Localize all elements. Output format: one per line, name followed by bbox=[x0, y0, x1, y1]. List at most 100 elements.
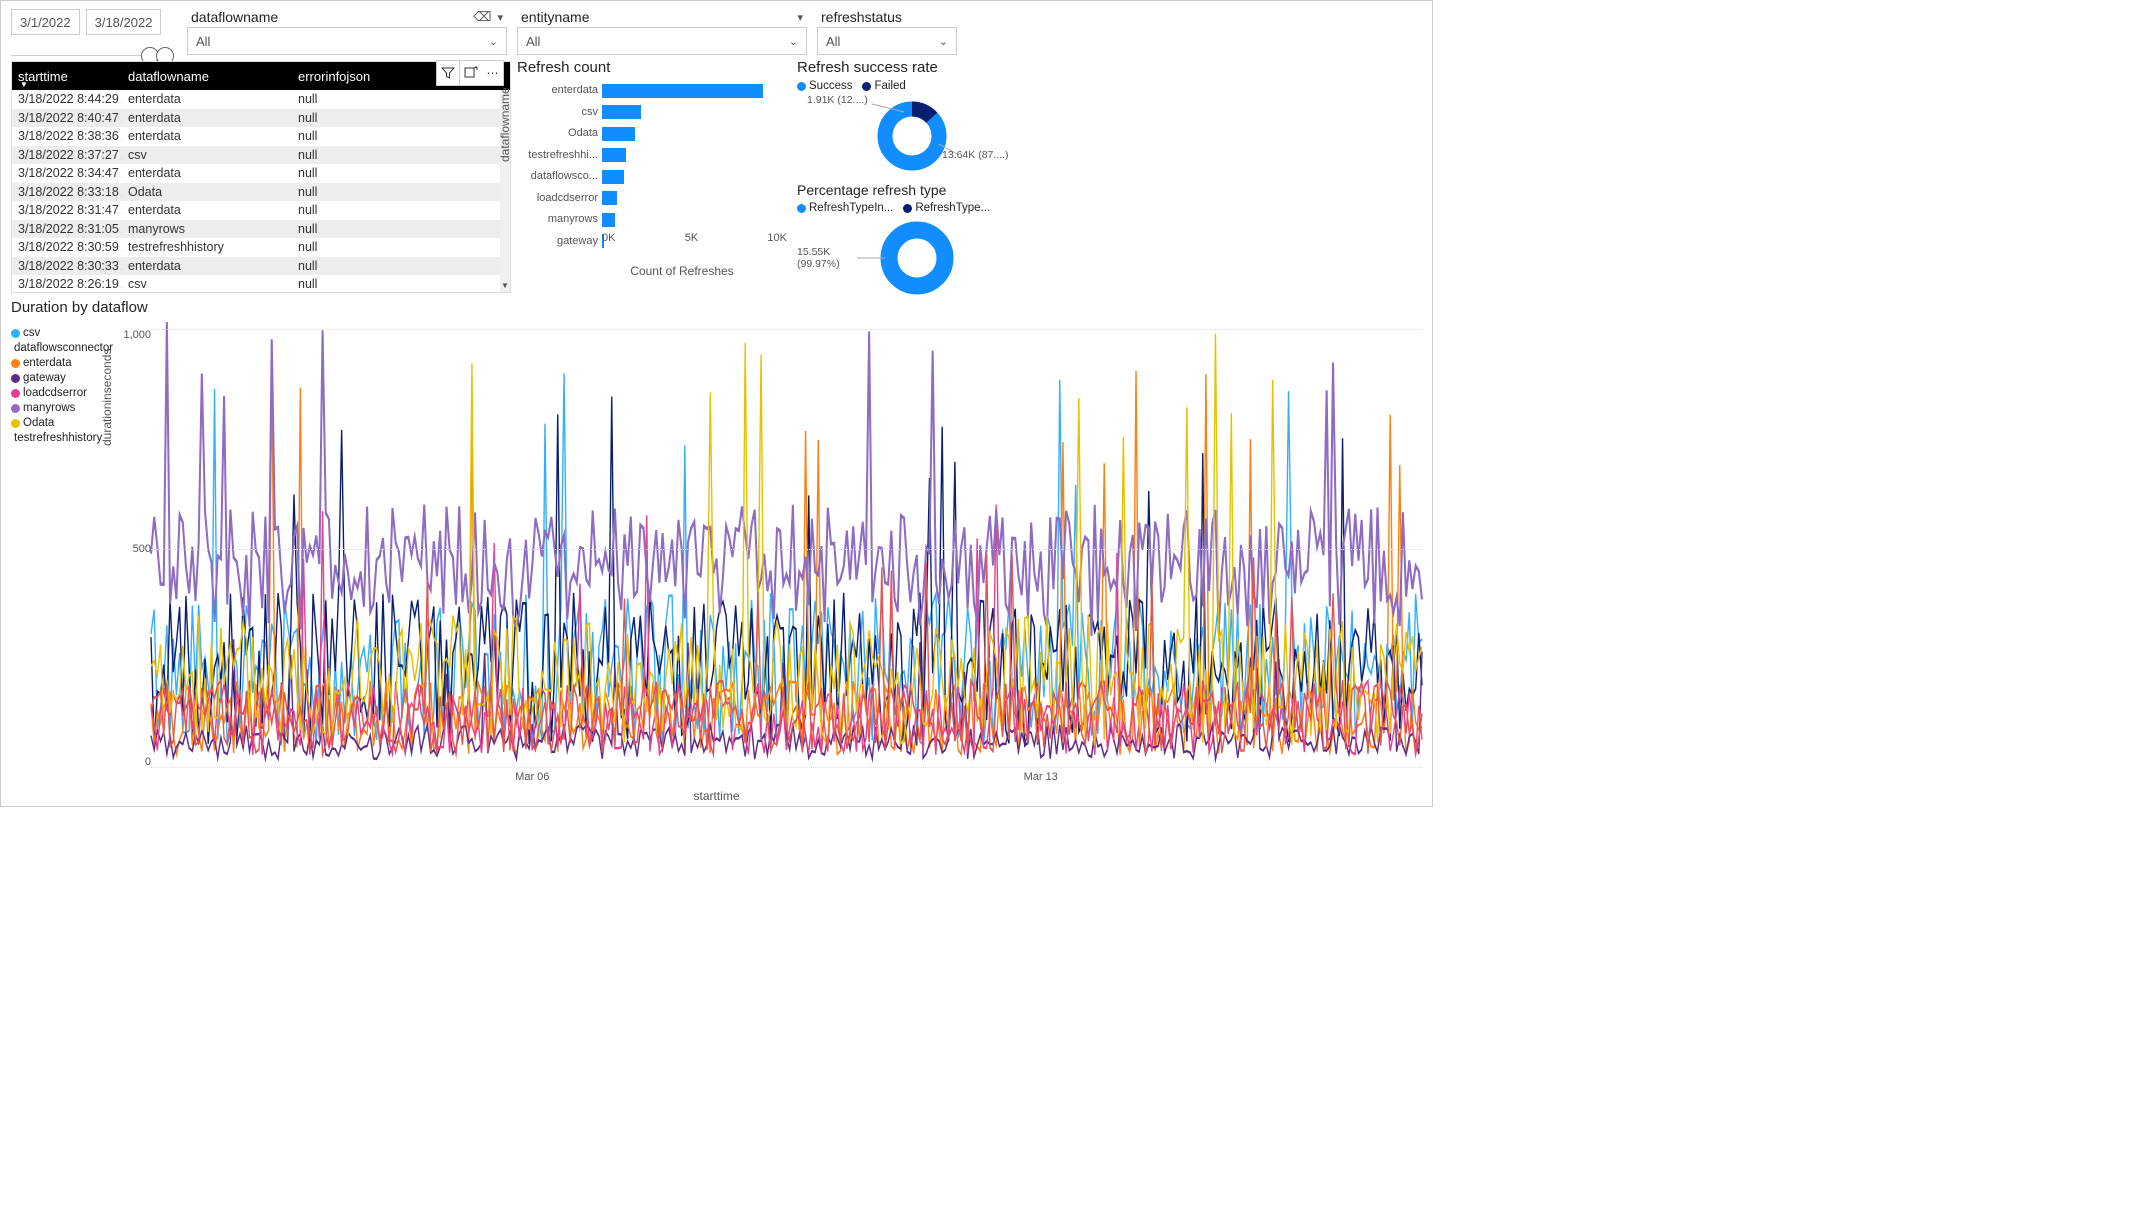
cell-starttime: 3/18/2022 8:30:59 AM bbox=[12, 238, 122, 256]
legend-dot-icon bbox=[797, 82, 806, 91]
table-row[interactable]: 3/18/2022 8:40:47 AM enterdata null bbox=[12, 109, 510, 128]
donut-label-main: 15.55K(99.97%) bbox=[797, 246, 840, 270]
refresh-log-table: starttime dataflowname errorinfojson ▼ 3… bbox=[11, 61, 511, 293]
bar-category-label: enterdata bbox=[517, 80, 602, 102]
legend-dot-icon bbox=[903, 204, 912, 213]
cell-dataflowname: enterdata bbox=[122, 257, 292, 275]
legend-item[interactable]: enterdata bbox=[11, 357, 101, 369]
eraser-icon[interactable]: ⌫ bbox=[473, 9, 491, 25]
cell-error: null bbox=[292, 238, 510, 256]
bar-category-label: Odata bbox=[517, 123, 602, 145]
table-row[interactable]: 3/18/2022 8:30:59 AM testrefreshhistory … bbox=[12, 238, 510, 257]
table-body[interactable]: 3/18/2022 8:44:29 AM enterdata null3/18/… bbox=[12, 90, 510, 292]
cell-starttime: 3/18/2022 8:31:47 AM bbox=[12, 201, 122, 219]
bar[interactable] bbox=[602, 148, 626, 162]
column-header-dataflowname[interactable]: dataflowname bbox=[122, 65, 292, 88]
refresh-count-chart[interactable]: Refresh count dataflowname enterdatacsvO… bbox=[517, 59, 787, 299]
date-start-input[interactable]: 3/1/2022 bbox=[11, 9, 80, 35]
bar[interactable] bbox=[602, 170, 624, 184]
legend-item[interactable]: dataflowsconnector bbox=[11, 342, 101, 354]
focus-mode-icon[interactable] bbox=[459, 60, 483, 86]
cell-dataflowname: enterdata bbox=[122, 109, 292, 127]
x-axis-title: starttime bbox=[693, 789, 739, 803]
slicer-value: All bbox=[526, 34, 540, 49]
legend-item-type-in: RefreshTypeIn... bbox=[797, 202, 893, 214]
bar[interactable] bbox=[602, 105, 641, 119]
table-row[interactable]: 3/18/2022 8:26:19 AM csv null bbox=[12, 275, 510, 292]
cell-starttime: 3/18/2022 8:38:36 AM bbox=[12, 127, 122, 145]
slicer-entityname: entityname ▾ All ⌄ bbox=[517, 9, 807, 55]
cell-dataflowname: csv bbox=[122, 275, 292, 292]
slicer-dropdown-refreshstatus[interactable]: All ⌄ bbox=[817, 27, 957, 55]
table-row[interactable]: 3/18/2022 8:30:33 AM enterdata null bbox=[12, 257, 510, 276]
cell-error: null bbox=[292, 257, 510, 275]
chevron-down-icon: ⌄ bbox=[789, 35, 798, 48]
table-row[interactable]: 3/18/2022 8:34:47 AM enterdata null bbox=[12, 164, 510, 183]
cell-starttime: 3/18/2022 8:30:33 AM bbox=[12, 257, 122, 275]
bar[interactable] bbox=[602, 213, 615, 227]
legend-item[interactable]: testrefreshhistory bbox=[11, 432, 101, 444]
cell-dataflowname: manyrows bbox=[122, 220, 292, 238]
table-row[interactable]: 3/18/2022 8:31:47 AM enterdata null bbox=[12, 201, 510, 220]
bar-plot-area bbox=[602, 80, 787, 230]
donut-label-failed: 1.91K (12....) bbox=[807, 94, 868, 106]
donut-charts-column: Refresh success rate Success Failed 1.91… bbox=[797, 59, 997, 304]
cell-error: null bbox=[292, 183, 510, 201]
chart-title: Refresh success rate bbox=[797, 59, 997, 76]
slicer-value: All bbox=[826, 34, 840, 49]
refresh-type-chart[interactable]: Percentage refresh type RefreshTypeIn...… bbox=[797, 182, 997, 296]
date-end-input[interactable]: 3/18/2022 bbox=[86, 9, 162, 35]
legend-item[interactable]: csv bbox=[11, 327, 101, 339]
table-row[interactable]: 3/18/2022 8:37:27 AM csv null bbox=[12, 146, 510, 165]
slicer-label: refreshstatus bbox=[821, 9, 902, 25]
cell-error: null bbox=[292, 201, 510, 219]
table-row[interactable]: 3/18/2022 8:33:18 AM Odata null bbox=[12, 183, 510, 202]
chevron-down-icon[interactable]: ▾ bbox=[797, 11, 803, 24]
legend-dot-icon bbox=[11, 419, 20, 428]
filter-icon[interactable] bbox=[436, 60, 460, 86]
cell-error: null bbox=[292, 275, 510, 292]
cell-error: null bbox=[292, 109, 510, 127]
cell-starttime: 3/18/2022 8:33:18 AM bbox=[12, 183, 122, 201]
cell-starttime: 3/18/2022 8:34:47 AM bbox=[12, 164, 122, 182]
legend-item-type-other: RefreshType... bbox=[903, 202, 990, 214]
table-row[interactable]: 3/18/2022 8:31:05 AM manyrows null bbox=[12, 220, 510, 239]
cell-starttime: 3/18/2022 8:26:19 AM bbox=[12, 275, 122, 292]
legend-item[interactable]: Odata bbox=[11, 417, 101, 429]
cell-error: null bbox=[292, 220, 510, 238]
chart-title: Refresh count bbox=[517, 59, 787, 76]
table-visual-actions: ⋯ bbox=[437, 60, 504, 86]
cell-starttime: 3/18/2022 8:40:47 AM bbox=[12, 109, 122, 127]
scroll-down-icon: ▼ bbox=[501, 281, 509, 290]
more-options-icon[interactable]: ⋯ bbox=[482, 60, 504, 86]
cell-starttime: 3/18/2022 8:44:29 AM bbox=[12, 90, 122, 108]
slicer-dropdown-entityname[interactable]: All ⌄ bbox=[517, 27, 807, 55]
bar-category-label: loadcdserror bbox=[517, 188, 602, 210]
chevron-down-icon[interactable]: ▾ bbox=[497, 11, 503, 24]
bar[interactable] bbox=[602, 84, 763, 98]
legend-item[interactable]: gateway bbox=[11, 372, 101, 384]
dashboard-root: 3/1/2022 3/18/2022 dataflowname ⌫ ▾ All … bbox=[0, 0, 1433, 807]
cell-dataflowname: Odata bbox=[122, 183, 292, 201]
table-row[interactable]: 3/18/2022 8:38:36 AM enterdata null bbox=[12, 127, 510, 146]
refresh-success-chart[interactable]: Refresh success rate Success Failed 1.91… bbox=[797, 59, 997, 174]
legend-dot-icon bbox=[862, 82, 871, 91]
column-header-starttime[interactable]: starttime bbox=[12, 65, 122, 88]
table-row[interactable]: 3/18/2022 8:44:29 AM enterdata null bbox=[12, 90, 510, 109]
cell-error: null bbox=[292, 164, 510, 182]
cell-dataflowname: enterdata bbox=[122, 127, 292, 145]
legend-dot-icon bbox=[11, 389, 20, 398]
slicer-dropdown-dataflowname[interactable]: All ⌄ bbox=[187, 27, 507, 55]
cell-dataflowname: enterdata bbox=[122, 201, 292, 219]
bar[interactable] bbox=[602, 191, 617, 205]
line-plot-area bbox=[151, 329, 1422, 768]
legend-item[interactable]: manyrows bbox=[11, 402, 101, 414]
legend-item-success: Success bbox=[797, 80, 852, 92]
cell-starttime: 3/18/2022 8:37:27 AM bbox=[12, 146, 122, 164]
x-axis-ticks: 0K5K10K bbox=[602, 232, 787, 244]
legend-item[interactable]: loadcdserror bbox=[11, 387, 101, 399]
x-axis-title: Count of Refreshes bbox=[577, 264, 787, 278]
bar[interactable] bbox=[602, 127, 635, 141]
sort-desc-icon: ▼ bbox=[20, 80, 28, 89]
duration-by-dataflow-chart[interactable]: Duration by dataflow csvdataflowsconnect… bbox=[11, 299, 1422, 798]
